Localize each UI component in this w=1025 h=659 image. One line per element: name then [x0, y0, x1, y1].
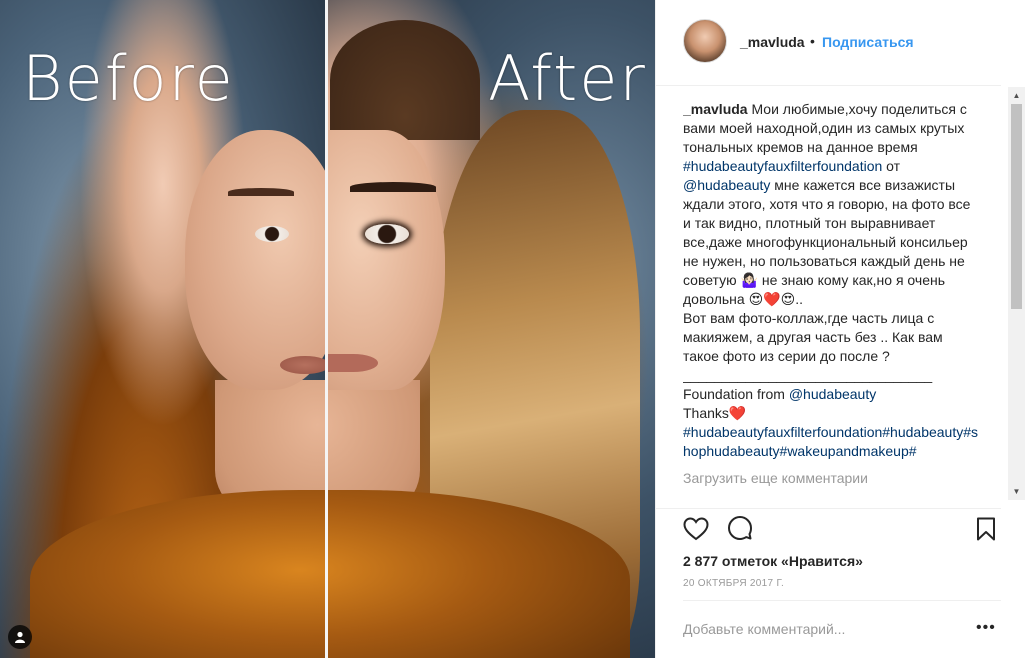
- comment-button[interactable]: [727, 516, 753, 547]
- caption: _mavluda Мои любимые,хочу поделиться с в…: [683, 100, 979, 505]
- load-more-comments-link[interactable]: Загрузить еще комментарии: [683, 469, 979, 488]
- user-icon: [15, 631, 25, 643]
- post-actions: [656, 508, 1001, 549]
- hair-after: [330, 20, 480, 140]
- caption-username[interactable]: _mavluda: [683, 101, 748, 117]
- caption-emoji-3: ❤️: [728, 405, 747, 421]
- caption-text-5: ..: [795, 291, 803, 307]
- like-button[interactable]: [683, 517, 709, 546]
- header-username[interactable]: _mavluda: [740, 34, 805, 50]
- post-date[interactable]: 20 ОКТЯБРЯ 2017 Г.: [683, 578, 784, 589]
- follow-button[interactable]: Подписаться: [822, 34, 914, 50]
- before-label: Before: [22, 42, 235, 115]
- caption-line-2: Вот вам фото-коллаж,где часть лица с мак…: [683, 310, 943, 364]
- caption-text-2: от: [882, 158, 901, 174]
- caption-body: _mavluda Мои любимые,хочу поделиться с в…: [683, 100, 979, 309]
- face-after: [325, 130, 445, 390]
- post-photo[interactable]: Before After: [0, 0, 655, 658]
- caption-line-4: Foundation from @hudabeauty: [683, 385, 979, 404]
- avatar[interactable]: [683, 19, 727, 63]
- bookmark-icon: [977, 517, 995, 541]
- face-before: [185, 130, 345, 390]
- likes-count[interactable]: 2 877 отметок «Нравится»: [683, 553, 863, 569]
- caption-separator-line: ________________________________: [683, 367, 933, 383]
- caption-thanks-text: Thanks: [683, 405, 729, 421]
- post-header: _mavluda • Подписаться: [656, 0, 1001, 86]
- caption-foundation-text: Foundation from: [683, 386, 789, 402]
- caption-mention-2[interactable]: @hudabeauty: [789, 386, 876, 402]
- lips-before: [280, 356, 330, 374]
- save-button[interactable]: [976, 517, 996, 546]
- caption-emoji-2: 😍❤️😍: [748, 291, 796, 307]
- comment-input[interactable]: [683, 621, 953, 637]
- heart-icon: [683, 517, 709, 541]
- scroll-up-arrow-icon[interactable]: ▲: [1008, 87, 1025, 104]
- eyebrow-after: [350, 182, 436, 192]
- header-separator: •: [810, 33, 815, 49]
- lips-after: [328, 354, 378, 372]
- photo-divider: [325, 0, 328, 658]
- instagram-post-modal: Before After _mavluda • Подписаться _mav…: [0, 0, 1025, 658]
- caption-line-5: Thanks❤️: [683, 404, 979, 423]
- caption-scrollbar[interactable]: ▲ ▼: [1008, 87, 1025, 500]
- user-tag-button[interactable]: [8, 625, 32, 649]
- caption-emoji-1: 🤷🏻‍♀️: [740, 272, 758, 288]
- scrollbar-thumb[interactable]: [1011, 104, 1022, 309]
- shirt: [30, 490, 630, 658]
- eyebrow-before: [228, 188, 294, 196]
- scroll-down-arrow-icon[interactable]: ▼: [1008, 483, 1025, 500]
- comment-icon: [728, 516, 752, 540]
- comment-bar: •••: [683, 600, 1001, 659]
- more-options-button[interactable]: •••: [976, 619, 996, 637]
- post-sidebar: _mavluda • Подписаться _mavluda Мои люби…: [655, 0, 1025, 658]
- after-label: After: [488, 42, 647, 115]
- eye-after: [365, 224, 409, 244]
- caption-mention-1[interactable]: @hudabeauty: [683, 177, 770, 193]
- caption-hashtag-1[interactable]: #hudabeautyfauxfilterfoundation: [683, 158, 882, 174]
- caption-hashtags[interactable]: #hudabeautyfauxfilterfoundation#hudabeau…: [683, 423, 979, 461]
- eye-before: [255, 226, 289, 242]
